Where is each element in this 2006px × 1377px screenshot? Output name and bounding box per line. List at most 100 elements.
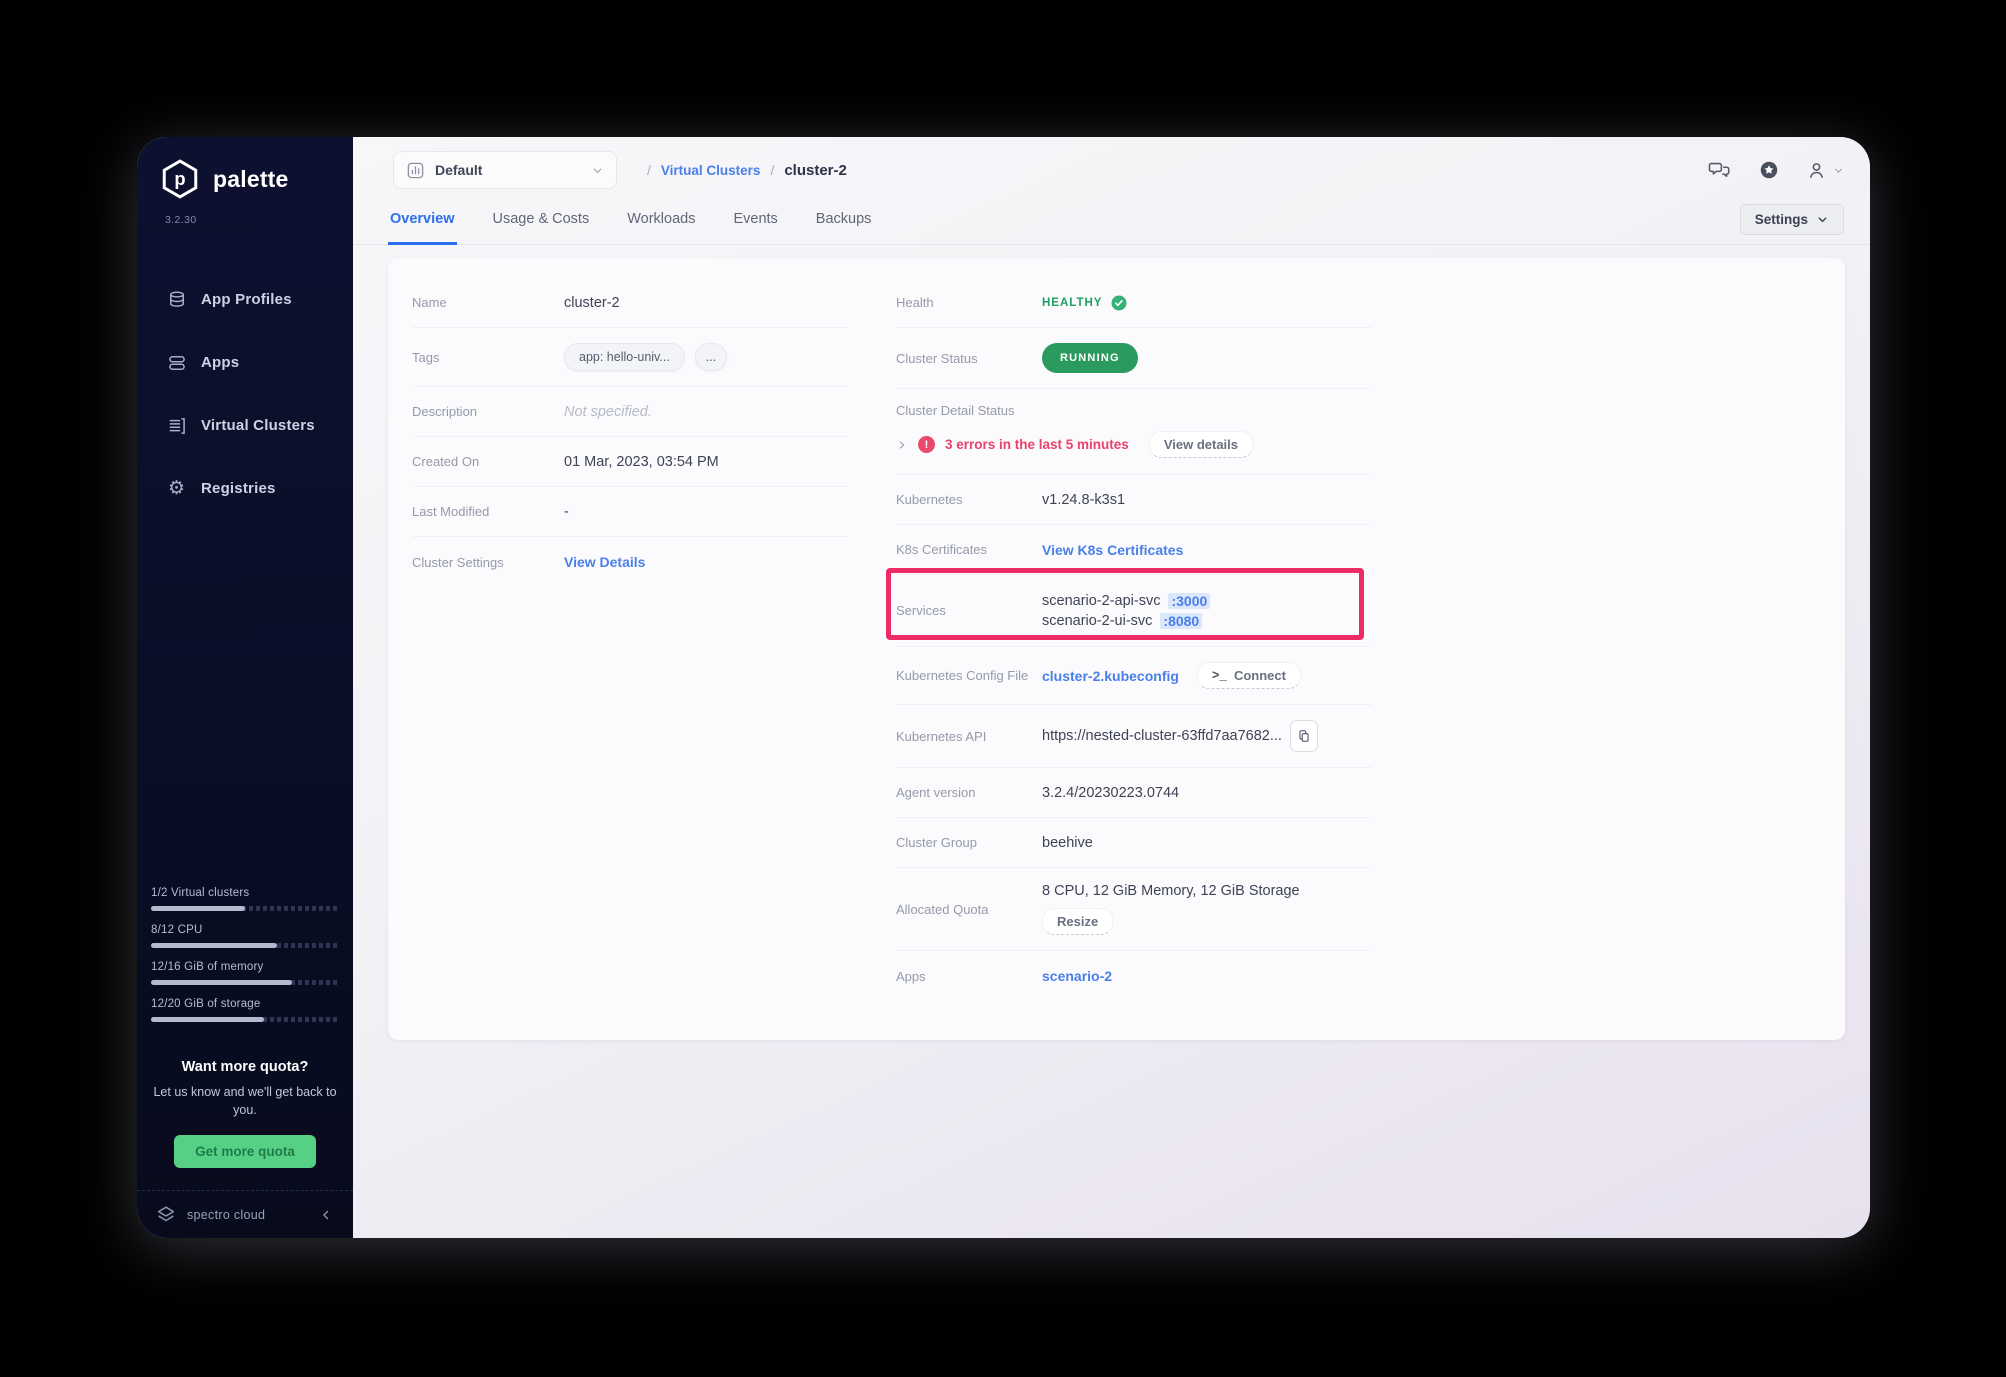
sidebar-item-label: Virtual Clusters	[201, 417, 315, 434]
sidebar-nav: App Profiles Apps Virtua	[137, 268, 353, 520]
sidebar-item-virtual-clusters[interactable]: Virtual Clusters	[137, 394, 353, 457]
last-modified-value: -	[564, 504, 569, 520]
agent-version-value: 3.2.4/20230223.0744	[1042, 785, 1179, 801]
terminal-icon: >_	[1212, 669, 1227, 683]
service-item: scenario-2-api-svc :3000	[1042, 593, 1210, 609]
sidebar-item-registries[interactable]: ⚙ Registries	[137, 457, 353, 520]
row-allocated-quota: Allocated Quota 8 CPU, 12 GiB Memory, 12…	[896, 868, 1372, 951]
sidebar-footer-brand: spectro cloud	[187, 1208, 265, 1222]
sidebar-footer: spectro cloud	[137, 1190, 353, 1238]
tab-overview[interactable]: Overview	[388, 197, 457, 245]
breadcrumb-current: cluster-2	[784, 162, 847, 179]
usage-bar	[151, 980, 339, 985]
kubeconfig-link[interactable]: cluster-2.kubeconfig	[1042, 668, 1179, 684]
description-value: Not specified.	[564, 404, 652, 420]
project-selector-value: Default	[435, 162, 482, 178]
row-kubernetes: Kubernetes v1.24.8-k3s1	[896, 475, 1372, 525]
row-services: Services scenario-2-api-svc :3000 scenar…	[896, 575, 1372, 647]
feedback-chat-icon[interactable]	[1708, 159, 1732, 181]
apps-stack-icon	[166, 352, 187, 373]
connect-button[interactable]: >_ Connect	[1197, 662, 1301, 689]
row-created-on: Created On 01 Mar, 2023, 03:54 PM	[412, 437, 848, 487]
app-window: p palette 3.2.30 App Profiles	[137, 137, 1870, 1238]
row-k8s-certificates: K8s Certificates View K8s Certificates	[896, 525, 1372, 575]
service-item: scenario-2-ui-svc :8080	[1042, 613, 1210, 629]
row-tags: Tags app: hello-univ... ...	[412, 328, 848, 387]
row-last-modified: Last Modified -	[412, 487, 848, 537]
list-bracket-icon	[166, 415, 187, 436]
row-kubernetes-api: Kubernetes API https://nested-cluster-63…	[896, 705, 1372, 768]
quota-cta: Want more quota? Let us know and we'll g…	[137, 1059, 353, 1169]
sidebar-item-label: Registries	[201, 480, 276, 497]
usage-cpu: 8/12 CPU	[151, 924, 339, 948]
quota-cta-title: Want more quota?	[153, 1059, 337, 1075]
view-k8s-certificates-link[interactable]: View K8s Certificates	[1042, 542, 1183, 558]
sidebar-item-app-profiles[interactable]: App Profiles	[137, 268, 353, 331]
expand-chevron-icon[interactable]	[896, 439, 908, 451]
service-port-link[interactable]: :8080	[1160, 613, 1202, 629]
tab-workloads[interactable]: Workloads	[625, 197, 697, 245]
user-icon	[1806, 160, 1827, 181]
topbar-icons	[1708, 159, 1844, 181]
user-menu[interactable]	[1806, 160, 1844, 181]
row-cluster-detail-status: Cluster Detail Status ! 3 errors in the …	[896, 389, 1372, 475]
row-description: Description Not specified.	[412, 387, 848, 437]
tab-usage-costs[interactable]: Usage & Costs	[491, 197, 592, 245]
announcements-star-icon[interactable]	[1758, 159, 1780, 181]
tab-backups[interactable]: Backups	[814, 197, 874, 245]
cluster-overview-card: Name cluster-2 Tags app: hello-univ... .…	[388, 258, 1845, 1040]
created-on-value: 01 Mar, 2023, 03:54 PM	[564, 454, 719, 470]
palette-logo-icon: p	[159, 157, 201, 201]
kubernetes-api-value: https://nested-cluster-63ffd7aa7682...	[1042, 728, 1282, 744]
cluster-status-badge: RUNNING	[1042, 343, 1138, 373]
get-more-quota-button[interactable]: Get more quota	[174, 1135, 316, 1168]
tags-overflow-chip[interactable]: ...	[695, 343, 727, 371]
spectro-cloud-logo	[155, 1204, 177, 1226]
usage-virtual-clusters: 1/2 Virtual clusters	[151, 887, 339, 911]
app-version: 3.2.30	[165, 214, 353, 226]
kubernetes-version-value: v1.24.8-k3s1	[1042, 492, 1125, 508]
overview-right-column: Health HEALTHY Cluster S	[896, 278, 1372, 1040]
service-port-link[interactable]: :3000	[1168, 593, 1210, 609]
svg-text:p: p	[174, 168, 185, 189]
copy-icon[interactable]	[1290, 720, 1318, 752]
sidebar-item-apps[interactable]: Apps	[137, 331, 353, 394]
overview-panel: Name cluster-2 Tags app: hello-univ... .…	[353, 245, 1870, 1238]
row-name: Name cluster-2	[412, 278, 848, 328]
view-details-button[interactable]: View details	[1149, 431, 1253, 458]
gear-icon: ⚙	[166, 478, 187, 499]
allocated-quota-value: 8 CPU, 12 GiB Memory, 12 GiB Storage	[1042, 883, 1300, 899]
brand-name: palette	[213, 166, 289, 193]
health-value: HEALTHY	[1042, 297, 1102, 309]
usage-storage: 12/20 GiB of storage	[151, 998, 339, 1022]
usage-bar	[151, 943, 339, 948]
sidebar: p palette 3.2.30 App Profiles	[137, 137, 353, 1238]
row-apps: Apps scenario-2	[896, 951, 1372, 1001]
brand: p palette	[159, 157, 353, 201]
row-cluster-status: Cluster Status RUNNING	[896, 328, 1372, 389]
breadcrumb-virtual-clusters[interactable]: Virtual Clusters	[661, 163, 761, 178]
row-agent-version: Agent version 3.2.4/20230223.0744	[896, 768, 1372, 818]
settings-button[interactable]: Settings	[1740, 204, 1844, 235]
chevron-down-icon	[591, 164, 604, 177]
collapse-sidebar-chevron[interactable]	[319, 1208, 333, 1222]
topbar: Default / Virtual Clusters / cluster-2	[353, 137, 1870, 193]
project-selector[interactable]: Default	[393, 151, 617, 189]
usage-bar	[151, 906, 339, 911]
apps-scenario-link[interactable]: scenario-2	[1042, 968, 1112, 984]
cluster-group-value: beehive	[1042, 835, 1093, 851]
chevron-down-icon	[1833, 165, 1844, 176]
row-kubeconfig: Kubernetes Config File cluster-2.kubecon…	[896, 647, 1372, 705]
sidebar-item-label: Apps	[201, 354, 239, 371]
resize-button[interactable]: Resize	[1042, 908, 1113, 935]
row-cluster-group: Cluster Group beehive	[896, 818, 1372, 868]
sidebar-item-label: App Profiles	[201, 291, 292, 308]
tab-events[interactable]: Events	[731, 197, 779, 245]
usage-bar	[151, 1017, 339, 1022]
content-area: Default / Virtual Clusters / cluster-2	[353, 137, 1870, 1238]
tag-chip[interactable]: app: hello-univ...	[564, 343, 685, 371]
database-icon	[166, 289, 187, 310]
view-details-link[interactable]: View Details	[564, 554, 645, 570]
project-icon	[406, 161, 425, 180]
breadcrumb: / Virtual Clusters / cluster-2	[647, 162, 847, 179]
